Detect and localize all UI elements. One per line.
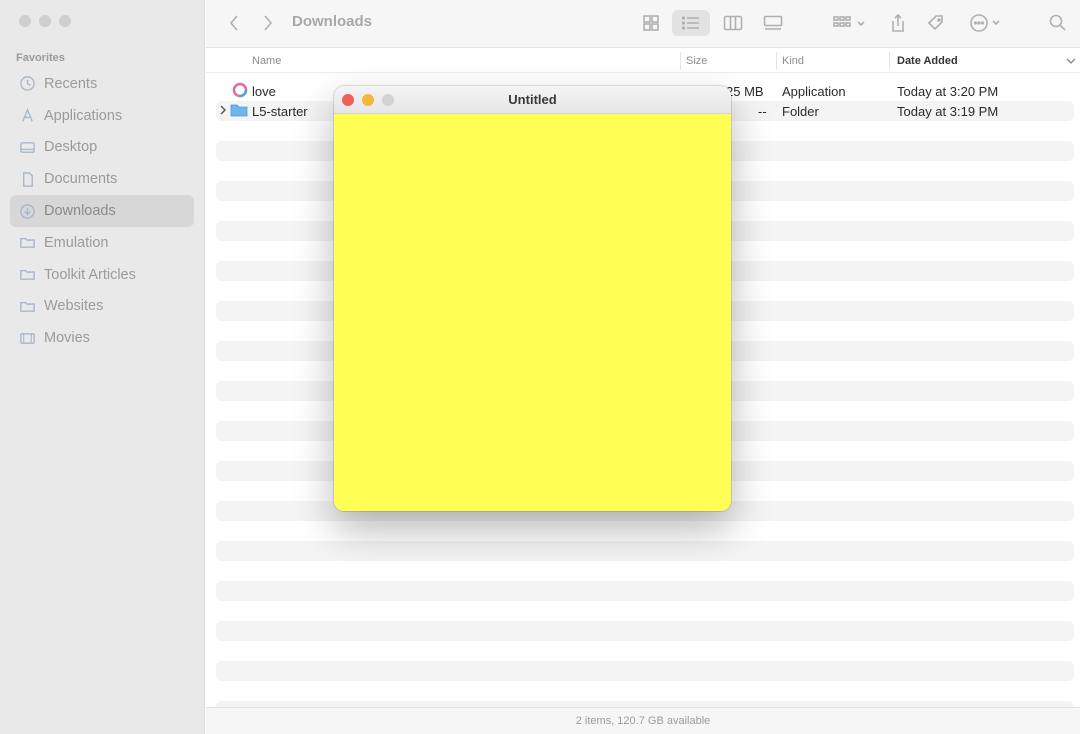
sidebar-item-recents[interactable]: Recents: [10, 68, 194, 100]
share-button[interactable]: [886, 10, 910, 36]
forward-button[interactable]: [258, 10, 278, 36]
group-icon: [833, 16, 865, 27]
window-controls: [19, 15, 71, 27]
sidebar-item-label: Desktop: [44, 139, 98, 156]
share-icon: [892, 13, 904, 32]
untitled-window[interactable]: Untitled: [334, 86, 731, 511]
clock-icon: [18, 75, 36, 93]
sidebar-item-websites[interactable]: Websites: [10, 291, 194, 323]
sidebar-item-movies[interactable]: Movies: [10, 322, 194, 354]
sidebar-item-downloads[interactable]: Downloads: [10, 195, 194, 227]
columns-icon: [723, 15, 743, 31]
sidebar-item-desktop[interactable]: Desktop: [10, 132, 194, 164]
close-button[interactable]: [19, 15, 31, 27]
chevron-down-icon: [1066, 58, 1076, 64]
gallery-view-button[interactable]: [758, 10, 788, 36]
download-icon: [18, 202, 36, 220]
sidebar-item-label: Documents: [44, 171, 118, 188]
sidebar-item-label: Downloads: [44, 203, 116, 220]
back-button[interactable]: [224, 10, 244, 36]
status-bar: 2 items, 120.7 GB available: [206, 707, 1080, 734]
search-icon: [1049, 14, 1066, 31]
toolbar: Downloads: [206, 0, 1080, 48]
ellipsis-circle-icon: [970, 14, 1000, 32]
sidebar-item-label: Movies: [44, 330, 90, 347]
folder-icon: [18, 297, 36, 315]
chevron-right-icon: [264, 15, 273, 31]
folder-icon: [18, 266, 36, 284]
window-controls: [342, 94, 394, 106]
document-icon: [18, 170, 36, 188]
film-icon: [18, 329, 36, 347]
icon-view-button[interactable]: [636, 10, 666, 36]
column-kind[interactable]: Kind: [782, 55, 804, 67]
column-size[interactable]: Size: [686, 55, 707, 67]
column-name[interactable]: Name: [252, 55, 281, 67]
sidebar-item-toolkit-articles[interactable]: Toolkit Articles: [10, 259, 194, 291]
folder-icon: [18, 234, 36, 252]
column-view-button[interactable]: [718, 10, 748, 36]
sidebar-item-label: Toolkit Articles: [44, 266, 136, 283]
canvas-area[interactable]: [334, 114, 731, 511]
list-view-button[interactable]: [672, 10, 710, 36]
chevron-left-icon: [229, 15, 238, 31]
applications-icon: [18, 107, 36, 125]
sidebar-item-documents[interactable]: Documents: [10, 163, 194, 195]
sidebar-item-emulation[interactable]: Emulation: [10, 227, 194, 259]
gallery-icon: [763, 15, 783, 30]
sidebar-item-label: Recents: [44, 75, 98, 92]
close-button[interactable]: [342, 94, 354, 106]
tags-button[interactable]: [924, 10, 948, 36]
sidebar-item-applications[interactable]: Applications: [10, 100, 194, 132]
sidebar-item-label: Emulation: [44, 234, 109, 251]
sidebar: Favorites Recents Applications Desktop D…: [0, 0, 205, 734]
file-date: Today at 3:20 PM: [897, 84, 999, 99]
file-kind: Folder: [782, 104, 819, 119]
window-title: Downloads: [292, 13, 373, 30]
file-date: Today at 3:19 PM: [897, 104, 999, 119]
column-date-added[interactable]: Date Added: [897, 55, 958, 67]
search-button[interactable]: [1046, 10, 1070, 36]
zoom-button[interactable]: [382, 94, 394, 106]
minimize-button[interactable]: [39, 15, 51, 27]
group-button[interactable]: [830, 10, 870, 36]
desktop-icon: [18, 138, 36, 156]
untitled-window-titlebar[interactable]: Untitled: [334, 86, 731, 114]
tag-icon: [927, 15, 943, 31]
column-header: Name Size Kind Date Added: [206, 49, 1080, 73]
file-kind: Application: [782, 84, 846, 99]
grid-icon: [643, 15, 659, 31]
more-actions-button[interactable]: [966, 10, 1006, 36]
app-icon: [232, 82, 248, 101]
sidebar-section-favorites: Favorites: [16, 52, 65, 64]
file-size: --: [758, 104, 767, 119]
minimize-button[interactable]: [362, 94, 374, 106]
disclosure-chevron-icon[interactable]: [219, 104, 227, 119]
sidebar-item-label: Applications: [44, 107, 123, 124]
file-name: love: [252, 84, 276, 99]
file-size: 25 MB: [726, 84, 764, 99]
sidebar-item-label: Websites: [44, 298, 104, 315]
sidebar-list: Recents Applications Desktop Documents D…: [10, 68, 194, 354]
zoom-button[interactable]: [59, 15, 71, 27]
list-icon: [681, 16, 699, 30]
folder-icon: [230, 102, 248, 121]
file-name: L5-starter: [252, 104, 308, 119]
